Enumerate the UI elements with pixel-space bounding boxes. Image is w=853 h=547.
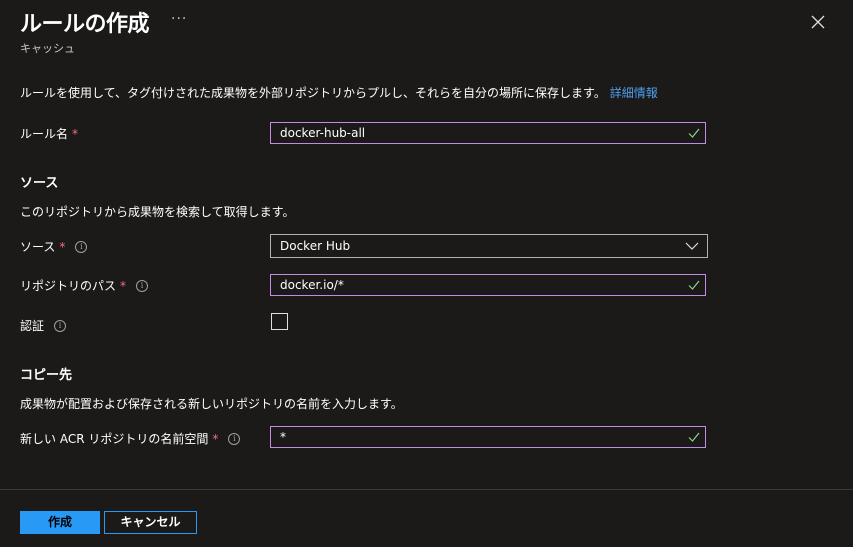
intro-text: ルールを使用して、タグ付けされた成果物を外部リポジトリからプルし、それらを自分の…	[20, 84, 658, 101]
required-marker: *	[212, 431, 219, 446]
repository-path-label-text: リポジトリのパス	[20, 279, 117, 293]
checkmark-icon	[688, 432, 700, 442]
namespace-label-text: 新しい ACR リポジトリの名前空間	[20, 432, 209, 446]
page-title: ルールの作成	[20, 12, 150, 37]
create-rule-panel: ルールの作成 ··· キャッシュ ルールを使用して、タグ付けされた成果物を外部リ…	[0, 0, 853, 547]
source-label-text: ソース	[20, 240, 56, 254]
page-subtitle: キャッシュ	[20, 42, 75, 55]
source-description: このリポジトリから成果物を検索して取得します。	[20, 205, 295, 219]
checkmark-icon	[688, 128, 700, 138]
namespace-value: *	[280, 430, 286, 444]
rule-name-input[interactable]: docker-hub-all	[270, 122, 706, 144]
rule-name-value: docker-hub-all	[280, 126, 366, 140]
source-dropdown[interactable]: Docker Hub	[270, 234, 708, 258]
required-marker: *	[59, 239, 66, 254]
repository-path-label: リポジトリのパス * i	[20, 277, 149, 294]
namespace-label: 新しい ACR リポジトリの名前空間 * i	[20, 430, 241, 447]
create-button[interactable]: 作成	[20, 511, 100, 534]
chevron-down-icon	[685, 242, 699, 250]
destination-description: 成果物が配置および保存される新しいリポジトリの名前を入力します。	[20, 397, 403, 411]
repository-path-value: docker.io/*	[280, 278, 344, 292]
info-icon[interactable]: i	[228, 432, 241, 445]
source-label: ソース * i	[20, 238, 88, 255]
rule-name-label-text: ルール名	[20, 127, 69, 141]
info-icon[interactable]: i	[75, 240, 88, 253]
close-icon[interactable]	[809, 13, 827, 31]
authentication-checkbox[interactable]	[271, 313, 288, 330]
source-heading: ソース	[20, 176, 59, 191]
more-icon[interactable]: ···	[171, 11, 187, 27]
info-icon[interactable]: i	[136, 279, 149, 292]
footer-divider	[0, 489, 853, 490]
authentication-label: 認証 i	[20, 317, 67, 334]
required-marker: *	[72, 126, 79, 141]
namespace-input[interactable]: *	[270, 426, 706, 448]
intro-description: ルールを使用して、タグ付けされた成果物を外部リポジトリからプルし、それらを自分の…	[20, 86, 606, 100]
checkmark-icon	[688, 280, 700, 290]
repository-path-input[interactable]: docker.io/*	[270, 274, 706, 296]
destination-heading: コピー先	[20, 368, 73, 383]
cancel-button[interactable]: キャンセル	[104, 511, 197, 534]
rule-name-label: ルール名 *	[20, 125, 78, 142]
source-dropdown-value: Docker Hub	[280, 239, 351, 253]
authentication-label-text: 認証	[20, 319, 45, 333]
info-icon[interactable]: i	[54, 319, 67, 332]
required-marker: *	[120, 278, 127, 293]
learn-more-link[interactable]: 詳細情報	[610, 86, 658, 100]
